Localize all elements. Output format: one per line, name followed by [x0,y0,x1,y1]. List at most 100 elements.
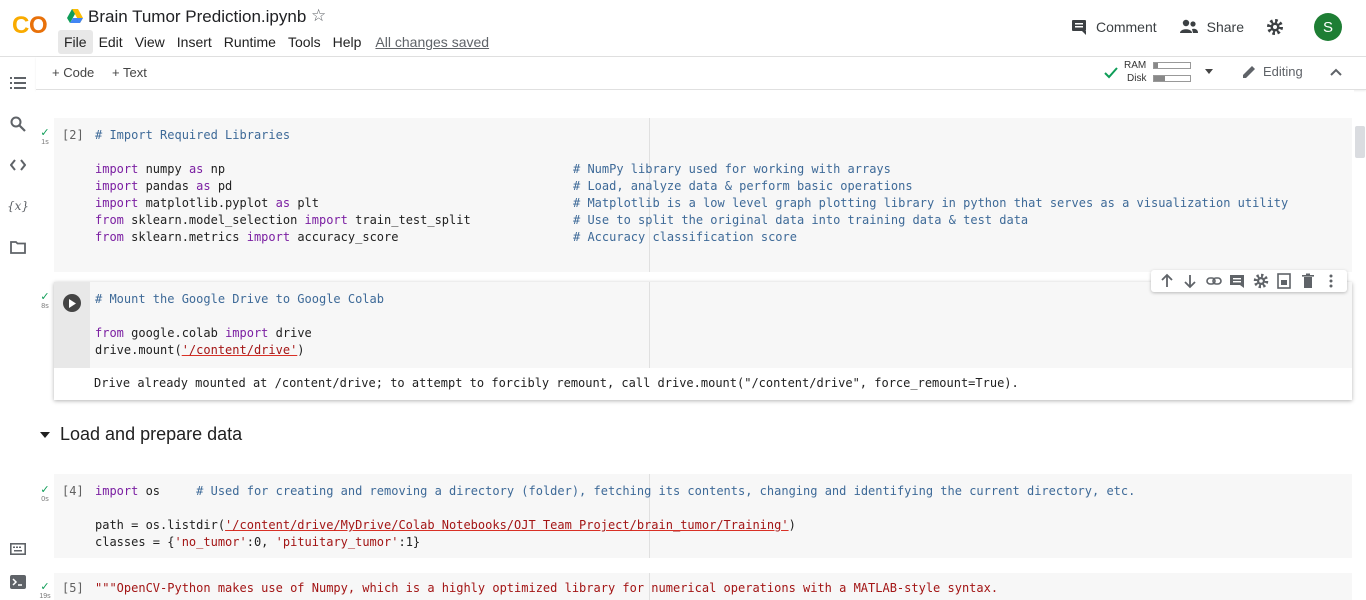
check-icon: ✓ [40,581,50,593]
ram-bar [1153,62,1191,69]
comment-icon [1071,20,1086,35]
exec-time: 8s [41,303,49,310]
settings-button[interactable] [1266,18,1292,36]
share-button[interactable]: Share [1179,19,1244,35]
comment-button[interactable]: Comment [1070,18,1157,36]
section-heading[interactable]: Load and prepare data [40,424,242,445]
move-up-icon[interactable] [1159,273,1175,289]
ram-bar-fill [1154,63,1159,68]
code-comment: # Use to split the original data into tr… [573,213,1029,227]
menu-tools[interactable]: Tools [282,30,327,54]
cell-status: ✓ 1s [36,126,54,146]
terminal-icon[interactable] [9,573,27,591]
folder-icon[interactable] [9,238,27,256]
code-cell-imports[interactable]: [2] # Import Required Libraries import n… [54,118,1352,272]
connected-check-icon [1104,67,1118,79]
avatar[interactable]: S [1314,13,1342,41]
menu-edit[interactable]: Edit [93,30,129,54]
notebook-area: ✓ 1s [2] # Import Required Libraries imp… [36,90,1354,600]
code-comment: # Load, analyze data & perform basic ope… [573,179,913,193]
output-text: Drive already mounted at /content/drive;… [94,376,1019,390]
comment-icon[interactable] [1229,273,1245,289]
code-comment: # Matplotlib is a low level graph plotti… [573,196,1289,210]
code-line: path = os.listdir('/content/drive/MyDriv… [95,518,796,532]
cell-toolbar [1151,270,1347,292]
svg-text:C: C [12,12,29,39]
code-line: import pandas as pd [95,179,233,193]
menu-help[interactable]: Help [327,30,368,54]
caret-down-icon[interactable] [1204,69,1214,75]
exec-time: 1s [41,139,49,146]
mirror-cell-icon[interactable] [1276,273,1292,289]
code-comment: # Accuracy classification score [573,230,797,244]
editing-label: Editing [1263,64,1303,79]
menu-insert[interactable]: Insert [171,30,218,54]
delete-icon[interactable] [1300,273,1316,289]
add-text-button[interactable]: + Text [112,65,147,80]
gear-icon[interactable] [1253,273,1269,289]
link-icon[interactable] [1205,273,1222,289]
check-icon: ✓ [40,484,50,496]
code-cell-mount-drive[interactable]: # Mount the Google Drive to Google Colab… [54,282,1352,400]
star-icon[interactable]: ☆ [311,6,326,26]
code-cell-paths[interactable]: [4] import os # Used for creating and re… [54,474,1352,558]
svg-text:O: O [29,12,48,39]
section-title: Load and prepare data [60,424,243,444]
code-line: classes = {'no_tumor':0, 'pituitary_tumo… [95,535,421,549]
menu-file[interactable]: File [58,30,93,54]
cell-output: Drive already mounted at /content/drive;… [54,368,1352,400]
scrollbar[interactable] [1355,126,1365,158]
chevron-up-icon[interactable] [1330,68,1342,76]
code-docstring: """OpenCV-Python makes use of Numpy, whi… [95,581,999,595]
check-icon: ✓ [40,291,50,303]
exec-time: 19s [39,593,51,600]
gear-icon [1267,19,1283,35]
cell-editor[interactable]: # Mount the Google Drive to Google Colab… [90,282,1352,368]
variables-icon[interactable]: {x} [7,197,29,215]
move-down-icon[interactable] [1182,273,1198,289]
comment-label: Comment [1095,19,1157,35]
code-line: from sklearn.model_selection import trai… [95,213,471,227]
exec-time: 0s [41,496,49,503]
cell-status: ✓ 8s [36,290,54,310]
exec-count: [5] [62,581,84,595]
cell-status: ✓ 19s [36,580,54,600]
add-code-button[interactable]: + Code [52,65,94,80]
code-comment: # Import Required Libraries [95,128,291,142]
play-icon [69,298,76,308]
table-of-contents-icon[interactable] [9,74,27,92]
menu-view[interactable]: View [129,30,171,54]
more-vert-icon[interactable] [1323,273,1339,289]
code-snippets-icon[interactable] [9,156,27,174]
code-line: import matplotlib.pyplot as plt [95,196,319,210]
command-palette-icon[interactable] [9,540,27,558]
check-icon: ✓ [40,127,50,139]
run-cell-button[interactable] [63,294,81,312]
collapse-caret-icon[interactable] [40,431,50,438]
code-line: import os # Used for creating and removi… [95,484,1136,498]
code-line: from google.colab import drive [95,326,312,340]
save-status-link[interactable]: All changes saved [375,34,489,50]
exec-count: [2] [62,128,84,142]
code-line: from sklearn.metrics import accuracy_sco… [95,230,399,244]
search-icon[interactable] [9,115,27,133]
disk-bar [1153,75,1191,82]
disk-label: Disk [1127,73,1147,84]
header-actions: Comment Share S [1070,10,1366,44]
code-line: drive.mount('/content/drive') [95,343,305,357]
pencil-icon [1243,66,1255,78]
google-drive-icon [67,9,83,23]
disk-bar-fill [1154,76,1165,81]
editing-mode-button[interactable]: Editing [1242,64,1303,79]
colab-logo[interactable]: C O [12,10,52,40]
code-line: import numpy as np [95,162,226,176]
notebook-title[interactable]: Brain Tumor Prediction.ipynb [88,7,306,27]
notebook-toolbar: + Code + Text RAM Disk Editing [36,57,1366,90]
left-rail: {x} [0,57,36,600]
people-icon [1179,19,1198,33]
code-comment: # NumPy library used for working with ar… [573,162,891,176]
menu-runtime[interactable]: Runtime [218,30,282,54]
code-cell-opencv[interactable]: [5] """OpenCV-Python makes use of Numpy,… [54,573,1352,600]
ruler-line [649,118,650,272]
exec-count: [4] [62,484,84,498]
